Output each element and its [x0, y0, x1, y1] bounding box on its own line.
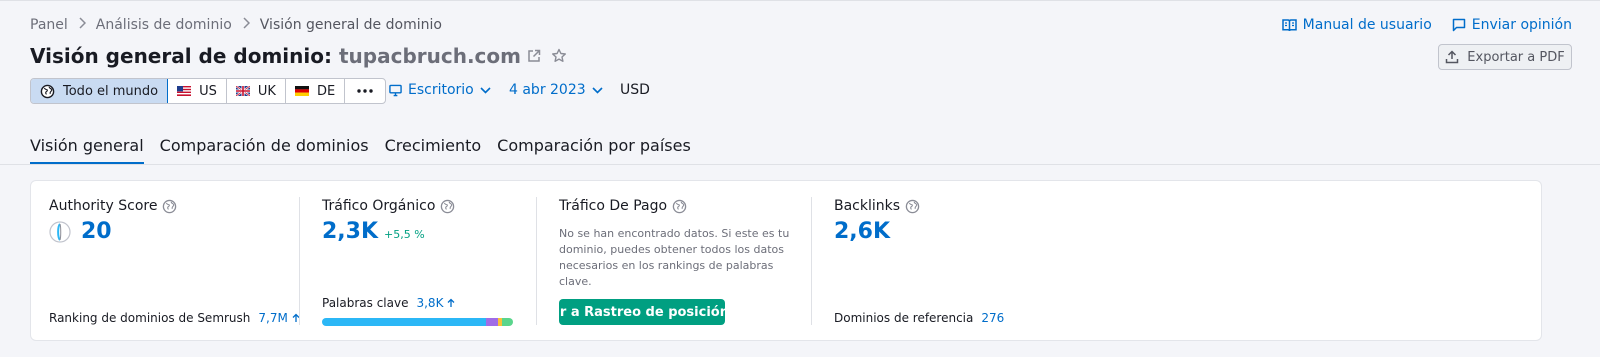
globe-icon: [441, 199, 455, 213]
us-flag-icon: [177, 86, 192, 96]
database-de[interactable]: DE: [286, 79, 346, 103]
backlinks-title: Backlinks: [834, 198, 920, 214]
desktop-icon: [389, 84, 402, 96]
external-link-icon[interactable]: [527, 49, 541, 63]
page-title-prefix: Visión general de dominio:: [30, 44, 332, 68]
referring-domains-value[interactable]: 276: [981, 311, 1004, 325]
keywords-distribution-segment: [485, 318, 499, 326]
breadcrumb-item-domain-analysis[interactable]: Análisis de dominio: [96, 17, 232, 33]
device-dropdown-label: Escritorio: [408, 82, 474, 98]
header-links: Manual de usuario Enviar opinión: [1262, 17, 1572, 33]
paid-traffic-title: Tráfico De Pago: [559, 198, 687, 214]
tab-domain-comparison[interactable]: Comparación de dominios: [160, 136, 369, 165]
keywords-row: Palabras clave 3,8K: [322, 296, 455, 310]
export-pdf-button[interactable]: Exportar a PDF: [1438, 44, 1572, 70]
backlinks-widget: Backlinks 2,6K Dominios de referencia 27…: [834, 181, 1084, 340]
breadcrumb: Panel Análisis de dominio Visión general…: [30, 17, 442, 33]
organic-traffic-value-row: 2,3K +5,5 %: [322, 219, 425, 244]
tab-overview[interactable]: Visión general: [30, 136, 144, 165]
database-us-label: US: [199, 83, 217, 99]
breadcrumb-item-current: Visión general de dominio: [259, 17, 442, 33]
referring-domains-row: Dominios de referencia 276: [834, 311, 1004, 325]
organic-traffic-widget: Tráfico Orgánico 2,3K +5,5 % Palabras cl…: [322, 181, 542, 340]
star-icon[interactable]: [551, 48, 567, 64]
keywords-distribution-segment: [501, 318, 513, 326]
backlinks-label: Backlinks: [834, 198, 901, 214]
paid-traffic-label: Tráfico De Pago: [559, 198, 668, 214]
breadcrumb-item-panel[interactable]: Panel: [30, 17, 68, 33]
tabs-divider: [0, 164, 1600, 165]
database-uk[interactable]: UK: [227, 79, 286, 103]
feedback-icon: [1452, 18, 1466, 32]
authority-gauge-icon: [49, 220, 71, 243]
authority-score-widget: Authority Score 20 Ranking de dominios d…: [49, 181, 300, 340]
semrush-rank-row: Ranking de dominios de Semrush 7,7M: [49, 311, 300, 325]
upload-icon: [1446, 50, 1459, 64]
date-dropdown[interactable]: 4 abr 2023: [509, 82, 603, 98]
user-manual-label: Manual de usuario: [1302, 17, 1432, 33]
top-border: [0, 0, 1600, 1]
page-title: Visión general de dominio: tupacbruch.co…: [30, 44, 567, 68]
database-de-label: DE: [316, 83, 336, 99]
widget-divider: [811, 197, 812, 325]
book-icon: [1281, 19, 1297, 32]
organic-traffic-label: Tráfico Orgánico: [322, 198, 436, 214]
paid-traffic-widget: Tráfico De Pago No se han encontrado dat…: [555, 181, 809, 340]
chevron-down-icon: [592, 86, 603, 94]
currency-label: USD: [620, 82, 650, 98]
database-uk-label: UK: [257, 83, 276, 99]
tab-bar: Visión general Comparación de dominios C…: [30, 136, 707, 165]
user-manual-link[interactable]: Manual de usuario: [1281, 17, 1432, 33]
widget-divider: [536, 197, 537, 325]
organic-traffic-title: Tráfico Orgánico: [322, 198, 455, 214]
keywords-value: 3,8K: [416, 296, 444, 310]
feedback-link[interactable]: Enviar opinión: [1452, 17, 1572, 33]
semrush-rank-value: 7,7M: [258, 311, 288, 325]
tab-country-comparison[interactable]: Comparación por países: [497, 136, 691, 165]
globe-icon: [672, 199, 687, 213]
chevron-right-icon: [242, 17, 250, 33]
arrow-up-icon: [447, 298, 455, 307]
database-us[interactable]: US: [168, 79, 227, 103]
more-databases-button[interactable]: [345, 79, 385, 103]
database-worldwide[interactable]: Todo el mundo: [31, 79, 169, 103]
database-selector: Todo el mundo US UK DE: [30, 78, 387, 104]
paid-traffic-nodata-message: No se han encontrado datos. Si este es t…: [559, 227, 790, 288]
date-dropdown-label: 4 abr 2023: [509, 82, 586, 98]
more-dots-icon: [357, 89, 373, 93]
referring-domains-label: Dominios de referencia: [834, 311, 974, 325]
backlinks-value[interactable]: 2,6K: [834, 219, 890, 244]
metrics-card: Authority Score 20 Ranking de dominios d…: [30, 180, 1542, 341]
keywords-label: Palabras clave: [322, 296, 409, 310]
organic-traffic-delta: +5,5 %: [384, 228, 425, 241]
chevron-right-icon: [78, 17, 86, 33]
authority-score-value-row: 20: [49, 219, 112, 244]
keywords-distribution-bar[interactable]: [322, 318, 513, 326]
backlinks-value-row: 2,6K: [834, 219, 890, 244]
position-tracking-button[interactable]: Ir a Rastreo de posición: [555, 299, 729, 325]
authority-score-label: Authority Score: [49, 198, 158, 214]
authority-score-title: Authority Score: [49, 198, 177, 214]
globe-icon: [40, 84, 55, 98]
de-flag-icon: [294, 86, 309, 96]
globe-icon: [163, 199, 177, 213]
keywords-distribution-segment: [322, 318, 486, 326]
globe-icon: [905, 199, 920, 213]
export-pdf-label: Exportar a PDF: [1467, 49, 1565, 65]
semrush-rank-value-group[interactable]: 7,7M: [258, 311, 300, 325]
feedback-label: Enviar opinión: [1471, 17, 1572, 33]
keywords-value-group[interactable]: 3,8K: [416, 296, 455, 310]
semrush-rank-label: Ranking de dominios de Semrush: [49, 311, 251, 325]
chevron-down-icon: [480, 86, 491, 94]
organic-traffic-value[interactable]: 2,3K: [322, 219, 378, 244]
device-dropdown[interactable]: Escritorio: [389, 82, 491, 98]
page-title-domain[interactable]: tupacbruch.com: [339, 44, 521, 68]
authority-score-value[interactable]: 20: [81, 219, 112, 244]
widget-divider: [299, 197, 300, 325]
tab-growth[interactable]: Crecimiento: [385, 136, 482, 165]
uk-flag-icon: [235, 86, 250, 96]
database-worldwide-label: Todo el mundo: [63, 83, 159, 99]
